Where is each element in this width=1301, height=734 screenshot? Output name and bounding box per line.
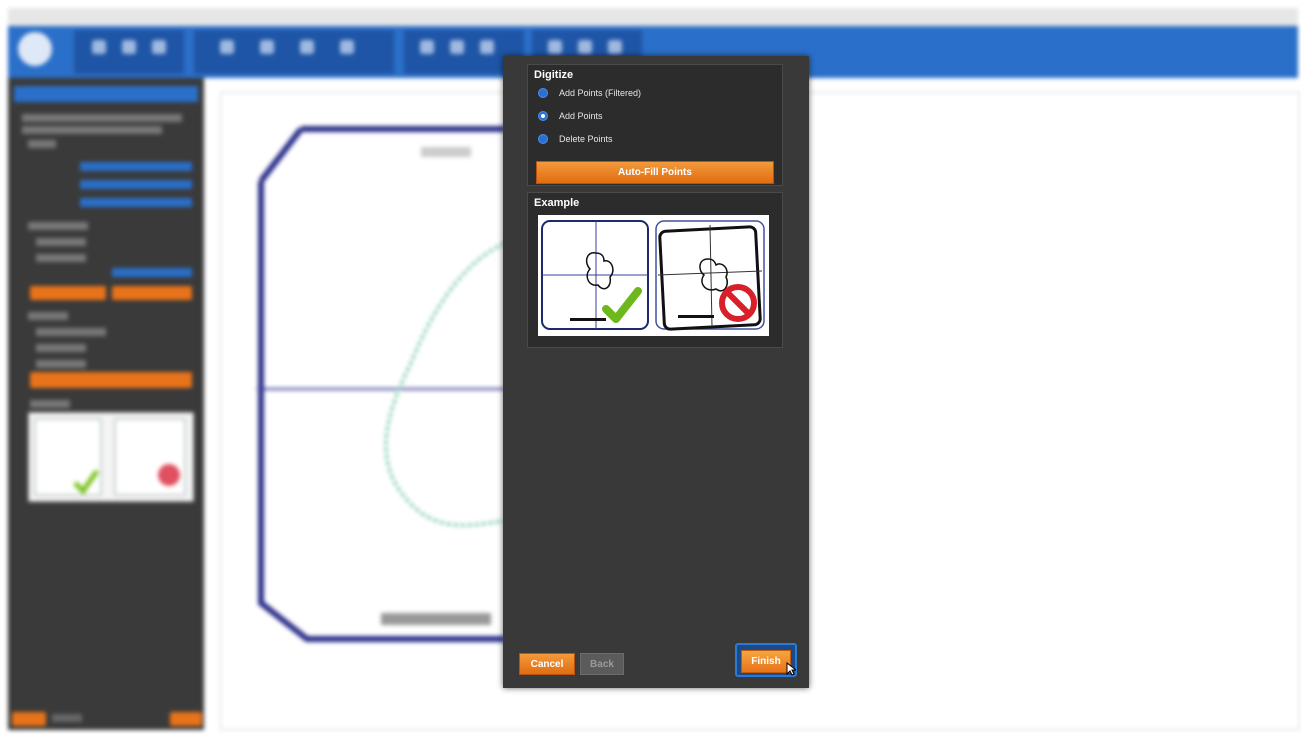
panel-orange-button <box>170 712 202 726</box>
mouse-cursor-icon <box>786 662 796 676</box>
panel-text-line <box>36 360 86 368</box>
example-illustration <box>541 220 765 331</box>
left-side-panel <box>8 78 204 730</box>
panel-text-line <box>36 238 86 246</box>
thumbnail-preview <box>34 418 186 496</box>
digitize-section-title: Digitize <box>534 69 574 81</box>
radio-button[interactable] <box>538 88 548 98</box>
panel-field <box>80 198 192 207</box>
radio-label: Add Points (Filtered) <box>559 88 642 98</box>
panel-text-line <box>28 312 68 320</box>
panel-text-line <box>28 140 56 148</box>
panel-text-line <box>36 254 86 262</box>
toolbar-icon <box>300 40 314 54</box>
finish-button[interactable]: Finish <box>741 650 791 673</box>
radio-delete-points[interactable]: Delete Points <box>538 131 613 147</box>
toolbar-icon <box>578 40 592 54</box>
panel-thumbnail <box>28 412 194 502</box>
auto-fill-points-button[interactable]: Auto-Fill Points <box>536 161 774 184</box>
radio-add-points-filtered[interactable]: Add Points (Filtered) <box>538 85 641 101</box>
prohibited-icon <box>719 284 757 322</box>
panel-field <box>112 268 192 277</box>
radio-button-selected[interactable] <box>538 111 548 121</box>
toolbar-icon <box>260 40 274 54</box>
panel-text-line <box>28 222 88 230</box>
panel-orange-button <box>12 712 46 726</box>
toolbar-icon <box>450 40 464 54</box>
example-image <box>538 215 769 336</box>
toolbar-icon <box>340 40 354 54</box>
app-logo <box>18 32 52 66</box>
example-section-title: Example <box>534 197 580 209</box>
toolbar-icon <box>122 40 136 54</box>
radio-label: Add Points <box>559 111 603 121</box>
toolbar-icon <box>480 40 494 54</box>
correct-example <box>541 220 649 330</box>
panel-text-line <box>22 126 162 134</box>
back-button[interactable]: Back <box>580 653 624 675</box>
panel-orange-button <box>30 286 106 300</box>
panel-text-line <box>36 344 86 352</box>
panel-orange-button <box>30 372 192 388</box>
toolbar-icon <box>152 40 166 54</box>
panel-header <box>14 86 198 102</box>
toolbar-icon <box>548 40 562 54</box>
incorrect-example <box>655 220 765 331</box>
radio-add-points[interactable]: Add Points <box>538 108 603 124</box>
cancel-button[interactable]: Cancel <box>519 653 575 675</box>
panel-gray-button <box>52 714 82 722</box>
digitize-section: Digitize Add Points (Filtered) Add Point… <box>527 64 783 186</box>
panel-field <box>80 162 192 171</box>
radio-label: Delete Points <box>559 134 613 144</box>
radio-button[interactable] <box>538 134 548 144</box>
window-title-bar <box>8 8 1298 27</box>
panel-text-line <box>22 114 182 122</box>
panel-orange-button <box>112 286 192 300</box>
toolbar-icon <box>220 40 234 54</box>
toolbar-icon <box>608 40 622 54</box>
example-section: Example <box>527 192 783 348</box>
panel-field <box>80 180 192 189</box>
toolbar-icon <box>92 40 106 54</box>
toolbar-icon <box>420 40 434 54</box>
panel-text-line <box>36 328 106 336</box>
panel-text-line <box>30 400 70 408</box>
digitize-dialog: Digitize Add Points (Filtered) Add Point… <box>503 56 809 688</box>
